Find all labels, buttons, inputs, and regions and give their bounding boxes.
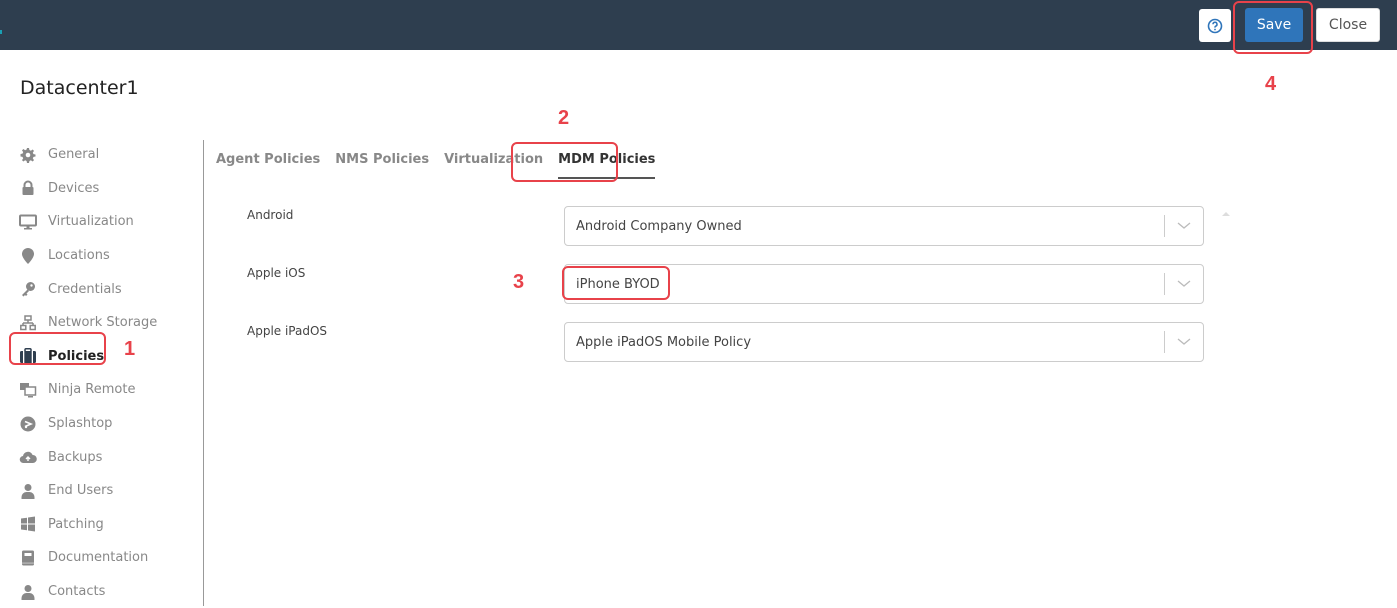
sidebar-item-label: Policies <box>48 348 105 364</box>
apple-ios-policy-select[interactable]: iPhone BYOD <box>564 264 1204 304</box>
sidebar-item-label: Virtualization <box>48 214 134 230</box>
android-label: Android <box>247 208 294 222</box>
sidebar-item-backups[interactable]: Backups <box>18 440 198 474</box>
top-bar: Save Close <box>0 0 1397 50</box>
apple-ipados-policy-select[interactable]: Apple iPadOS Mobile Policy <box>564 322 1204 362</box>
splashtop-icon <box>20 416 36 432</box>
tab-mdm-policies[interactable]: MDM Policies <box>558 152 656 179</box>
tab-virtualization[interactable]: Virtualization <box>444 152 543 179</box>
annotation-2: 2 <box>558 107 570 129</box>
sidebar-item-end-users[interactable]: End Users <box>18 474 198 508</box>
user-icon <box>21 584 35 600</box>
sidebar-item-virtualization[interactable]: Virtualization <box>18 205 198 239</box>
sidebar-item-label: End Users <box>48 483 114 499</box>
select-value: Apple iPadOS Mobile Policy <box>576 334 752 350</box>
gear-icon <box>20 147 36 163</box>
topbar-accent <box>0 30 2 34</box>
network-icon <box>20 315 36 331</box>
page-title: Datacenter1 <box>20 77 139 99</box>
sidebar-item-devices[interactable]: Devices <box>18 172 198 206</box>
close-button[interactable]: Close <box>1316 8 1380 42</box>
sidebar-item-general[interactable]: General <box>18 138 198 172</box>
sidebar-item-label: Locations <box>48 248 110 264</box>
map-pin-icon <box>22 247 34 264</box>
sidebar-item-label: Splashtop <box>48 416 113 432</box>
sidebar-item-splashtop[interactable]: Splashtop <box>18 407 198 441</box>
book-icon <box>22 550 34 566</box>
sidebar-item-label: Credentials <box>48 281 122 297</box>
apple-ios-label: Apple iOS <box>247 266 306 280</box>
tab-nms-policies[interactable]: NMS Policies <box>335 152 429 179</box>
chevron-down-icon[interactable] <box>1177 280 1191 288</box>
sidebar-item-label: Ninja Remote <box>48 382 136 398</box>
monitor-icon <box>19 214 37 230</box>
sidebar-item-patching[interactable]: Patching <box>18 508 198 542</box>
sidebar: General Devices Virtualization Locations… <box>18 138 198 608</box>
save-button[interactable]: Save <box>1245 8 1303 42</box>
help-button[interactable] <box>1199 9 1231 42</box>
key-icon <box>22 282 35 297</box>
scroll-up-arrow[interactable] <box>1222 212 1230 216</box>
sidebar-item-label: Devices <box>48 180 100 196</box>
sidebar-divider <box>203 140 204 606</box>
select-value: iPhone BYOD <box>576 276 660 292</box>
sidebar-item-locations[interactable]: Locations <box>18 239 198 273</box>
select-value: Android Company Owned <box>576 218 742 234</box>
user-icon <box>21 483 35 499</box>
cloud-upload-icon <box>19 451 37 464</box>
sidebar-item-contacts[interactable]: Contacts <box>18 575 198 608</box>
annotation-1: 1 <box>124 338 136 360</box>
briefcase-icon <box>20 348 36 364</box>
sidebar-item-label: Backups <box>48 449 103 465</box>
sidebar-item-policies[interactable]: Policies <box>18 340 198 374</box>
policy-tabs: Agent Policies NMS Policies Virtualizati… <box>216 152 670 179</box>
chevron-down-icon[interactable] <box>1177 222 1191 230</box>
lock-icon <box>22 180 34 196</box>
annotation-3: 3 <box>513 271 525 293</box>
sidebar-item-label: Patching <box>48 516 104 532</box>
question-circle-icon <box>1207 18 1223 33</box>
sidebar-item-label: Network Storage <box>48 315 158 331</box>
sidebar-item-documentation[interactable]: Documentation <box>18 541 198 575</box>
apple-ipados-label: Apple iPadOS <box>247 324 328 338</box>
windows-icon <box>21 516 35 532</box>
sidebar-item-label: Documentation <box>48 550 149 566</box>
sidebar-item-credentials[interactable]: Credentials <box>18 272 198 306</box>
sidebar-item-label: Contacts <box>48 584 106 600</box>
tab-agent-policies[interactable]: Agent Policies <box>216 152 320 179</box>
android-policy-select[interactable]: Android Company Owned <box>564 206 1204 246</box>
chevron-down-icon[interactable] <box>1177 338 1191 346</box>
sidebar-item-network-storage[interactable]: Network Storage <box>18 306 198 340</box>
sidebar-item-label: General <box>48 147 100 163</box>
sidebar-item-ninja-remote[interactable]: Ninja Remote <box>18 373 198 407</box>
remote-screens-icon <box>20 382 37 398</box>
annotation-4: 4 <box>1265 73 1277 95</box>
